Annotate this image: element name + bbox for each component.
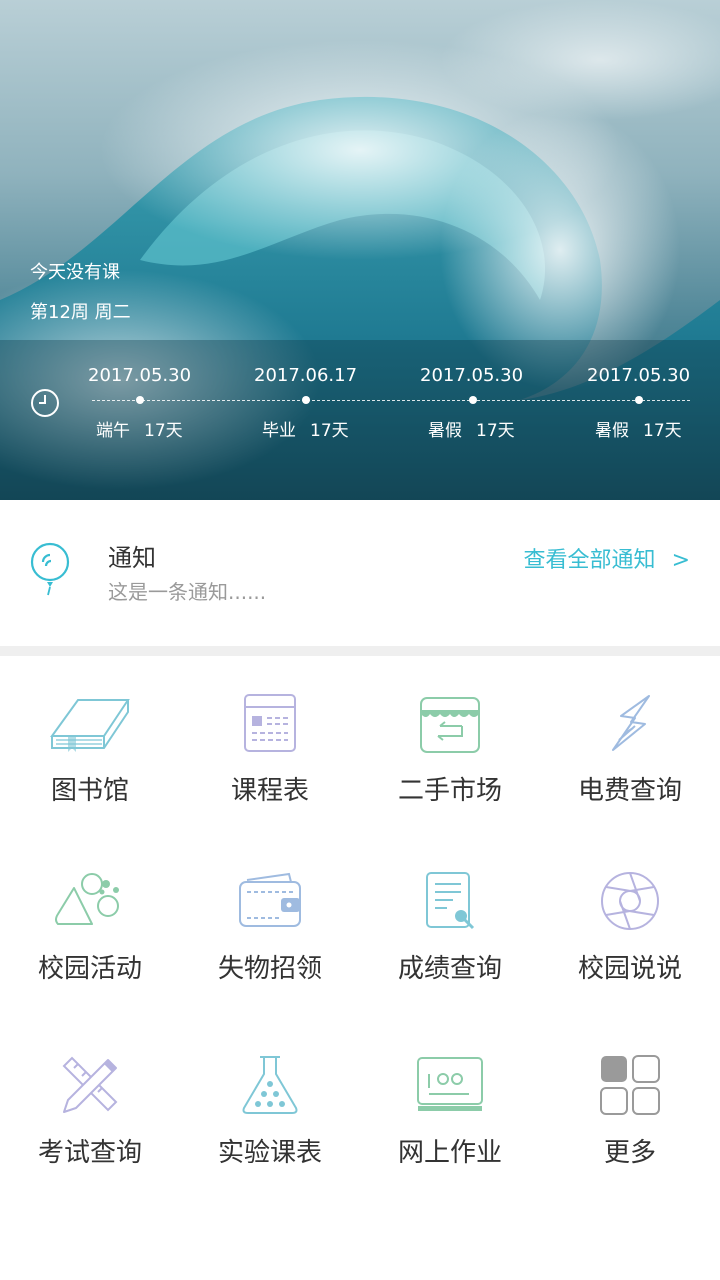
grid-item-schedule[interactable]: 课程表 <box>180 682 360 852</box>
grid-item-label: 实验课表 <box>217 1138 322 1168</box>
notice-title: 通知 <box>108 544 156 572</box>
clock-icon <box>31 389 59 417</box>
grid-item-label: 失物招领 <box>217 954 322 984</box>
grid-item-label: 考试查询 <box>37 1138 142 1168</box>
timeline-event-name: 端午 <box>96 421 130 441</box>
view-all-notices-link[interactable]: 查看全部通知 > <box>524 542 690 574</box>
grid-item-grades[interactable]: 成绩查询 <box>360 860 540 1030</box>
timeline-event: 毕业 17天 <box>262 416 349 441</box>
timeline-event-days: 17天 <box>144 421 183 441</box>
wallet-icon <box>239 872 301 927</box>
grid-item-label: 课程表 <box>230 776 309 806</box>
grid-item-label: 成绩查询 <box>397 954 502 984</box>
pencil-ruler-icon <box>62 1056 118 1113</box>
no-class-text: 今天没有课 <box>30 262 120 283</box>
grid-item-label: 更多 <box>603 1138 656 1168</box>
timeline-event-name: 暑假 <box>428 421 462 441</box>
week-text: 第12周 周二 <box>30 302 131 323</box>
store-icon <box>420 697 480 753</box>
activity-icon <box>55 873 119 925</box>
lightning-icon <box>612 695 650 751</box>
grid-item-more[interactable]: 更多 <box>540 1044 720 1214</box>
grid-item-label: 电费查询 <box>577 776 682 806</box>
timeline-event-name: 暑假 <box>595 421 629 441</box>
section-divider <box>0 646 720 656</box>
book-icon <box>50 699 130 752</box>
flask-icon <box>242 1056 298 1114</box>
grid-item-campus-posts[interactable]: 校园说说 <box>540 860 720 1030</box>
timeline-event: 暑假 17天 <box>595 416 682 441</box>
grid-item-label: 二手市场 <box>397 776 502 806</box>
notice-panel[interactable]: 通知 这是一条通知...... 查看全部通知 > <box>0 500 720 646</box>
timeline-dot <box>635 396 643 404</box>
grid-item-label: 校园活动 <box>37 954 142 984</box>
timeline-event-name: 毕业 <box>262 421 296 441</box>
timeline-event: 端午 17天 <box>96 416 183 441</box>
grid-item-campus-activities[interactable]: 校园活动 <box>0 860 180 1030</box>
timeline-event: 暑假 17天 <box>428 416 515 441</box>
grid-item-exam-query[interactable]: 考试查询 <box>0 1044 180 1214</box>
timeline-date: 2017.05.30 <box>420 365 524 386</box>
timeline-date: 2017.05.30 <box>587 365 691 386</box>
grid-item-lab-schedule[interactable]: 实验课表 <box>180 1044 360 1214</box>
grid-item-label: 网上作业 <box>397 1138 502 1168</box>
feature-grid: 图书馆 课程表 二手市场 电费查询 校园活动 失物招领 成绩查询 校园说说 考试… <box>0 656 720 1280</box>
timeline-date: 2017.06.17 <box>254 365 358 386</box>
grid-item-label: 图书馆 <box>50 776 129 806</box>
timeline-event-days: 17天 <box>310 421 349 441</box>
notice-content: 这是一条通知...... <box>108 580 267 604</box>
timeline-event-days: 17天 <box>476 421 515 441</box>
monitor-icon <box>417 1057 483 1111</box>
timeline-dot <box>302 396 310 404</box>
grid-item-secondhand-market[interactable]: 二手市场 <box>360 682 540 852</box>
chevron-right-icon: > <box>671 548 690 573</box>
document-search-icon <box>426 872 475 930</box>
grid-item-electricity[interactable]: 电费查询 <box>540 682 720 852</box>
grid-item-library[interactable]: 图书馆 <box>0 682 180 852</box>
view-all-label: 查看全部通知 <box>523 548 656 573</box>
grid-item-label: 校园说说 <box>577 954 682 984</box>
calendar-icon <box>244 694 296 752</box>
timeline-event-days: 17天 <box>643 421 682 441</box>
timeline-line <box>92 400 690 401</box>
balloon-notification-icon <box>30 542 70 596</box>
timeline-date: 2017.05.30 <box>88 365 192 386</box>
aperture-icon <box>601 872 659 930</box>
timeline-dot <box>136 396 144 404</box>
hero-banner: 今天没有课 第12周 周二 2017.05.30 端午 17天 2017.06.1… <box>0 0 720 500</box>
grid-item-online-homework[interactable]: 网上作业 <box>360 1044 540 1214</box>
more-grid-icon <box>600 1055 660 1115</box>
grid-item-lost-and-found[interactable]: 失物招领 <box>180 860 360 1030</box>
timeline-dot <box>469 396 477 404</box>
